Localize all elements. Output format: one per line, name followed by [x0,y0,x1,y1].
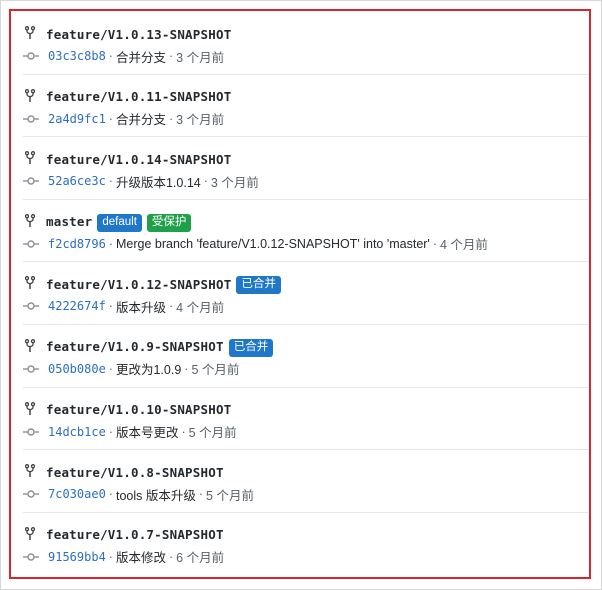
screenshot-frame: feature/V1.0.13-SNAPSHOT 03c3c8b8 · 合并分支… [0,0,602,590]
highlight-box [9,9,591,579]
